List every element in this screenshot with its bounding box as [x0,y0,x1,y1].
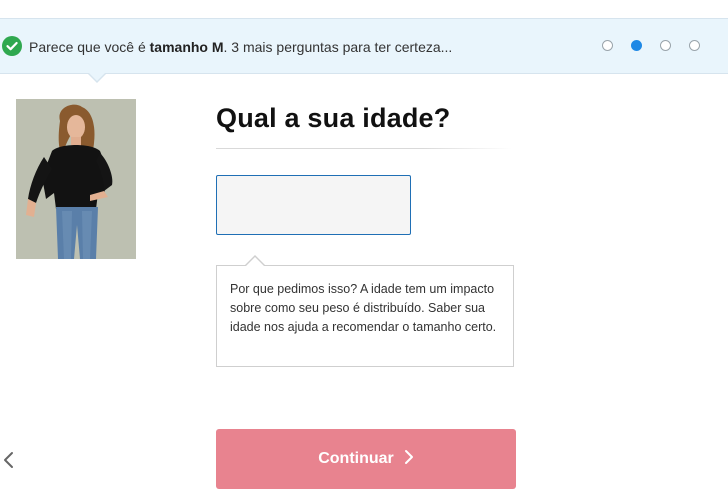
banner-suffix: . 3 mais perguntas para ter certeza... [223,39,453,55]
progress-dot-3 [660,40,671,51]
banner-message: Parece que você é tamanho M. 3 mais perg… [29,38,452,56]
title-divider [216,148,512,149]
progress-dots [602,40,702,52]
banner-size: tamanho M [149,39,224,55]
progress-dot-1 [602,40,613,51]
age-input[interactable] [216,175,411,235]
progress-dot-4 [689,40,700,51]
progress-dot-2 [631,40,642,51]
check-circle-icon [2,36,22,56]
chevron-left-icon[interactable] [2,450,16,470]
why-we-ask-tooltip: Por que pedimos isso? A idade tem um imp… [216,265,514,367]
tooltip-text: Por que pedimos isso? A idade tem um imp… [230,282,497,334]
model-photo [16,99,136,259]
top-spacer [0,0,728,18]
banner-prefix: Parece que você é [29,39,150,55]
chevron-right-icon [404,449,414,470]
banner-pointer-fill [88,72,106,81]
tooltip-pointer-fill [245,257,265,267]
size-banner: Parece que você é tamanho M. 3 mais perg… [0,18,728,74]
continue-label: Continuar [318,450,394,467]
question-title: Qual a sua idade? [216,103,451,133]
continue-button[interactable]: Continuar [216,429,516,489]
